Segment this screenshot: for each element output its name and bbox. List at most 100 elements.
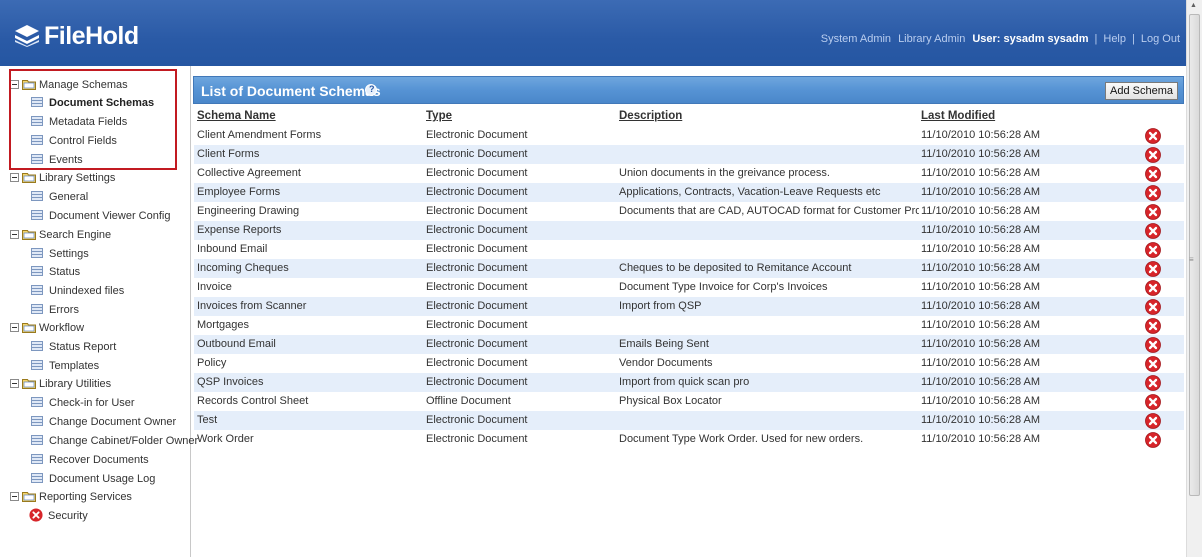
help-icon[interactable]: ? — [365, 84, 377, 96]
column-header-description[interactable]: Description — [619, 107, 919, 126]
system-admin-link[interactable]: System Admin — [821, 33, 891, 45]
sidebar-item-document-viewer-config[interactable]: Document Viewer Config — [31, 207, 170, 225]
tree-group-workflow[interactable]: Workflow — [10, 319, 84, 337]
cell-schema-name[interactable]: Collective Agreement — [197, 164, 422, 183]
sidebar-item-document-usage-log[interactable]: Document Usage Log — [31, 470, 155, 488]
cell-schema-name[interactable]: Policy — [197, 354, 422, 373]
table-row[interactable]: Client Amendment Forms Electronic Documen… — [194, 126, 1184, 145]
add-schema-button[interactable]: Add Schema — [1105, 82, 1178, 100]
delete-x-icon[interactable] — [1145, 394, 1161, 410]
delete-x-icon[interactable] — [1145, 204, 1161, 220]
cell-schema-name[interactable]: Invoices from Scanner — [197, 297, 422, 316]
sidebar-item-errors[interactable]: Errors — [31, 301, 79, 319]
delete-x-icon[interactable] — [1145, 432, 1161, 448]
sidebar-item-change-document-owner[interactable]: Change Document Owner — [31, 413, 176, 431]
delete-x-icon[interactable] — [1145, 185, 1161, 201]
column-header-last-modified[interactable]: Last Modified — [921, 107, 1121, 126]
cell-schema-name[interactable]: Outbound Email — [197, 335, 422, 354]
cell-schema-name[interactable]: Inbound Email — [197, 240, 422, 259]
table-row[interactable]: Policy Electronic Document Vendor Document… — [194, 354, 1184, 373]
scroll-up-arrow-icon[interactable]: ▲ — [1190, 2, 1197, 9]
sidebar-item-settings[interactable]: Settings — [31, 245, 89, 263]
table-row[interactable]: Client Forms Electronic Document 11/10/201… — [194, 145, 1184, 164]
tree-group-reporting-services[interactable]: Reporting Services — [10, 488, 132, 506]
table-row[interactable]: Invoice Electronic Document Document Type … — [194, 278, 1184, 297]
sidebar-item-recover-documents[interactable]: Recover Documents — [31, 451, 149, 469]
sidebar-item-status-report[interactable]: Status Report — [31, 338, 116, 356]
cell-schema-name[interactable]: Work Order — [197, 430, 422, 449]
delete-x-icon[interactable] — [1145, 128, 1161, 144]
library-admin-link[interactable]: Library Admin — [898, 33, 965, 45]
filehold-logo[interactable]: FileHold — [14, 22, 139, 50]
cell-schema-name[interactable]: Mortgages — [197, 316, 422, 335]
collapse-toggle-icon[interactable] — [10, 491, 19, 501]
cell-schema-name[interactable]: QSP Invoices — [197, 373, 422, 392]
sidebar-item-unindexed-files[interactable]: Unindexed files — [31, 282, 124, 300]
table-row[interactable]: Collective Agreement Electronic Document U… — [194, 164, 1184, 183]
help-link[interactable]: Help — [1103, 33, 1126, 45]
folder-icon — [22, 378, 36, 389]
sidebar-item-templates[interactable]: Templates — [31, 357, 99, 375]
sidebar-item-control-fields[interactable]: Control Fields — [31, 132, 117, 150]
tree-group-library-utilities[interactable]: Library Utilities — [10, 375, 111, 393]
folder-icon — [22, 491, 36, 502]
tree-group-search-engine[interactable]: Search Engine — [10, 226, 111, 244]
delete-x-icon[interactable] — [1145, 413, 1161, 429]
tree-group-library-settings[interactable]: Library Settings — [10, 169, 115, 187]
sidebar-item-check-in-for-user[interactable]: Check-in for User — [31, 394, 135, 412]
cell-schema-name[interactable]: Client Forms — [197, 145, 422, 164]
vertical-scrollbar[interactable]: ▲ ≡ — [1186, 0, 1202, 557]
table-row[interactable]: Incoming Cheques Electronic Document Chequ… — [194, 259, 1184, 278]
table-row[interactable]: QSP Invoices Electronic Document Import fr… — [194, 373, 1184, 392]
table-row[interactable]: Expense Reports Electronic Document 11/10/… — [194, 221, 1184, 240]
table-row[interactable]: Inbound Email Electronic Document 11/10/20… — [194, 240, 1184, 259]
sidebar-item-security[interactable]: Security — [29, 507, 88, 525]
cell-schema-name[interactable]: Engineering Drawing — [197, 202, 422, 221]
table-row[interactable]: Invoices from Scanner Electronic Document… — [194, 297, 1184, 316]
cell-schema-name[interactable]: Records Control Sheet — [197, 392, 422, 411]
table-row[interactable]: Records Control Sheet Offline Document Phy… — [194, 392, 1184, 411]
table-row[interactable]: Outbound Email Electronic Document Emails … — [194, 335, 1184, 354]
collapse-toggle-icon[interactable] — [10, 378, 19, 388]
tree-group-manage-schemas[interactable]: Manage Schemas — [10, 76, 128, 94]
cell-schema-name[interactable]: Client Amendment Forms — [197, 126, 422, 145]
collapse-toggle-icon[interactable] — [10, 322, 19, 332]
delete-x-icon[interactable] — [1145, 356, 1161, 372]
collapse-toggle-icon[interactable] — [10, 229, 19, 239]
delete-x-icon[interactable] — [1145, 299, 1161, 315]
sidebar-item-status[interactable]: Status — [31, 263, 80, 281]
delete-x-icon[interactable] — [1145, 280, 1161, 296]
table-row[interactable]: Test Electronic Document 11/10/2010 10:56:… — [194, 411, 1184, 430]
delete-x-icon[interactable] — [1145, 242, 1161, 258]
table-row[interactable]: Engineering Drawing Electronic Document Do… — [194, 202, 1184, 221]
cell-schema-name[interactable]: Expense Reports — [197, 221, 422, 240]
table-row[interactable]: Mortgages Electronic Document 11/10/2010 1… — [194, 316, 1184, 335]
cell-schema-name[interactable]: Test — [197, 411, 422, 430]
sidebar-item-change-cabinet-folder-owner[interactable]: Change Cabinet/Folder Owner — [31, 432, 198, 450]
collapse-toggle-icon[interactable] — [10, 172, 19, 182]
delete-x-icon[interactable] — [1145, 223, 1161, 239]
sidebar-item-metadata-fields[interactable]: Metadata Fields — [31, 113, 127, 131]
sidebar-item-general[interactable]: General — [31, 188, 88, 206]
cell-last-modified: 11/10/2010 10:56:28 AM — [921, 357, 1041, 369]
delete-x-icon[interactable] — [1145, 375, 1161, 391]
column-header-schema-name[interactable]: Schema Name — [197, 107, 422, 126]
delete-x-icon[interactable] — [1145, 166, 1161, 182]
collapse-toggle-icon[interactable] — [10, 79, 19, 89]
sidebar-item-label: Change Cabinet/Folder Owner — [49, 435, 199, 447]
page-icon — [31, 454, 43, 465]
cell-schema-name[interactable]: Incoming Cheques — [197, 259, 422, 278]
cell-schema-name[interactable]: Invoice — [197, 278, 422, 297]
column-header-type[interactable]: Type — [426, 107, 616, 126]
delete-x-icon[interactable] — [1145, 147, 1161, 163]
delete-x-icon[interactable] — [1145, 318, 1161, 334]
delete-x-icon[interactable] — [1145, 337, 1161, 353]
logout-link[interactable]: Log Out — [1141, 33, 1180, 45]
sidebar-item-events[interactable]: Events — [31, 151, 83, 169]
delete-x-icon[interactable] — [1145, 261, 1161, 277]
sidebar-item-document-schemas[interactable]: Document Schemas — [31, 94, 154, 112]
cell-schema-name[interactable]: Employee Forms — [197, 183, 422, 202]
table-row[interactable]: Work Order Electronic Document Document Ty… — [194, 430, 1184, 449]
table-row[interactable]: Employee Forms Electronic Document Applica… — [194, 183, 1184, 202]
nav-separator: | — [1132, 33, 1135, 45]
